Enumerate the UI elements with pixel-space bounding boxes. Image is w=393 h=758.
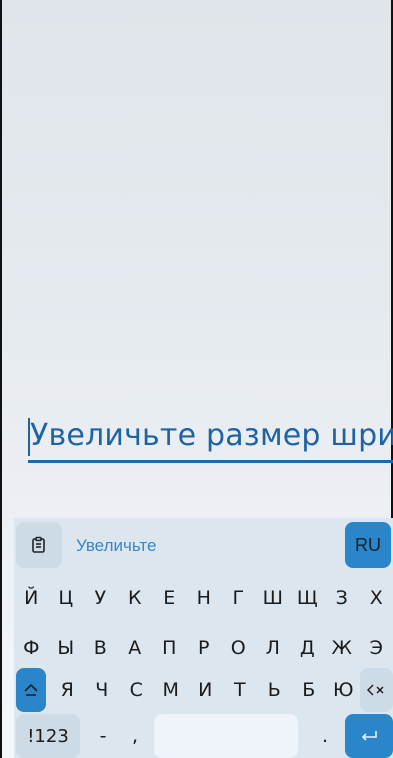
text-input-value: Увеличьте размер шри bbox=[30, 418, 393, 453]
key-10[interactable]: Х bbox=[359, 576, 393, 620]
clipboard-icon[interactable] bbox=[16, 522, 62, 568]
app-screen: Увеличьте размер шри Увеличьте RU ЙЦУКЕН… bbox=[0, 0, 393, 758]
backspace-icon[interactable] bbox=[360, 668, 393, 712]
space-key[interactable] bbox=[154, 714, 298, 758]
key-13[interactable]: В bbox=[83, 626, 118, 670]
suggestion-bar: Увеличьте RU bbox=[14, 518, 393, 574]
key-28[interactable]: Ь bbox=[257, 668, 292, 712]
key-row-2: ФЫВАПРОЛДЖЭ bbox=[14, 626, 393, 670]
key-1[interactable]: Ц bbox=[49, 576, 84, 620]
text-input-underline bbox=[28, 460, 393, 463]
key-5[interactable]: Н bbox=[187, 576, 222, 620]
dash-key[interactable]: - bbox=[88, 714, 118, 758]
key-0[interactable]: Й bbox=[14, 576, 49, 620]
key-3[interactable]: К bbox=[118, 576, 153, 620]
enter-icon[interactable] bbox=[345, 714, 393, 758]
key-row-3: ЯЧСМИТЬБЮ bbox=[14, 668, 393, 712]
key-4[interactable]: Е bbox=[152, 576, 187, 620]
key-19[interactable]: Д bbox=[290, 626, 325, 670]
key-6[interactable]: Г bbox=[221, 576, 256, 620]
key-25[interactable]: М bbox=[154, 668, 189, 712]
comma-key[interactable]: , bbox=[120, 714, 150, 758]
key-24[interactable]: С bbox=[119, 668, 154, 712]
symbols-key[interactable]: !123 bbox=[16, 714, 80, 758]
key-16[interactable]: Р bbox=[187, 626, 222, 670]
key-15[interactable]: П bbox=[152, 626, 187, 670]
on-screen-keyboard: Увеличьте RU ЙЦУКЕНГШЩЗХ ФЫВАПРОЛДЖЭ ЯЧС… bbox=[14, 518, 393, 758]
word-suggestion[interactable]: Увеличьте bbox=[76, 536, 156, 556]
key-17[interactable]: О bbox=[221, 626, 256, 670]
key-26[interactable]: И bbox=[188, 668, 223, 712]
key-21[interactable]: Э bbox=[359, 626, 393, 670]
key-22[interactable]: Я bbox=[50, 668, 85, 712]
shift-icon[interactable] bbox=[16, 668, 46, 712]
key-8[interactable]: Щ bbox=[290, 576, 325, 620]
key-2[interactable]: У bbox=[83, 576, 118, 620]
key-23[interactable]: Ч bbox=[85, 668, 120, 712]
key-11[interactable]: Ф bbox=[14, 626, 49, 670]
key-9[interactable]: З bbox=[325, 576, 360, 620]
key-18[interactable]: Л bbox=[256, 626, 291, 670]
key-14[interactable]: А bbox=[118, 626, 153, 670]
key-row-1: ЙЦУКЕНГШЩЗХ bbox=[14, 576, 393, 620]
key-row-4: !123 - , . bbox=[14, 714, 393, 758]
key-12[interactable]: Ы bbox=[49, 626, 84, 670]
period-key[interactable]: . bbox=[310, 714, 340, 758]
key-7[interactable]: Ш bbox=[256, 576, 291, 620]
language-button[interactable]: RU bbox=[345, 522, 391, 568]
key-27[interactable]: Т bbox=[223, 668, 258, 712]
key-20[interactable]: Ж bbox=[325, 626, 360, 670]
key-29[interactable]: Б bbox=[292, 668, 327, 712]
key-30[interactable]: Ю bbox=[326, 668, 361, 712]
text-input[interactable]: Увеличьте размер шри bbox=[28, 412, 393, 464]
